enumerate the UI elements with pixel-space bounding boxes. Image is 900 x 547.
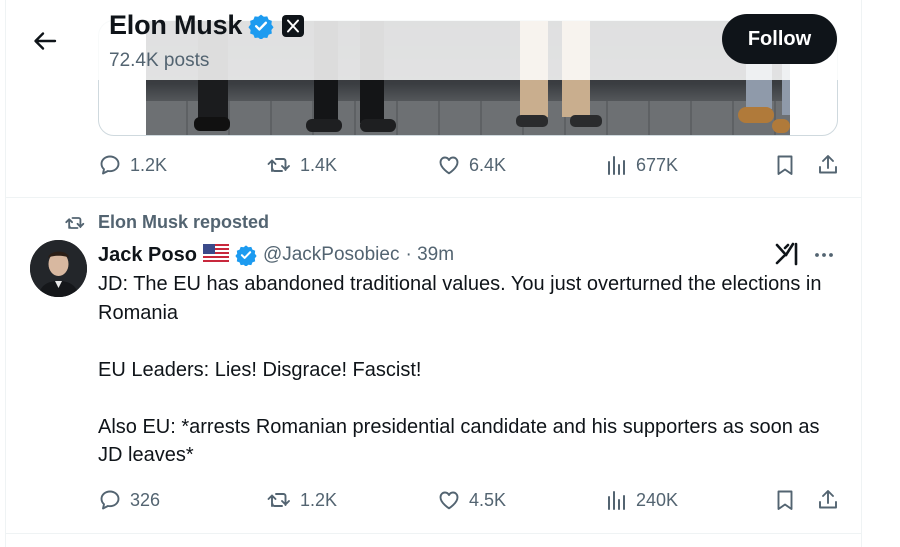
repost-label: Elon Musk reposted [98,212,270,232]
title-row: Elon Musk [109,10,305,41]
grok-icon[interactable] [774,241,800,272]
like-icon [439,491,459,510]
like-count: 6.4K [469,154,507,175]
photo-shoe [570,115,602,127]
share-button[interactable] [816,488,840,512]
repost-icon [267,493,290,507]
bookmark-button[interactable] [774,488,796,512]
like-button[interactable]: 6.4K [437,153,506,177]
share-icon [819,490,837,509]
views-button[interactable]: 240K [606,488,678,512]
views-icon [608,156,625,175]
page-title: Elon Musk [109,10,243,40]
back-button[interactable] [28,24,62,58]
views-button[interactable]: 677K [606,153,678,177]
profile-header-bar: Elon Musk 72.4K posts Follow [6,0,861,80]
repost-button[interactable]: 1.4K [266,153,337,177]
post-actions: 326 1.2K 4.5K 240K [98,488,843,518]
repost-count: 1.2K [300,489,338,510]
post-divider [6,533,861,534]
follow-button[interactable]: Follow [722,14,837,64]
reply-button[interactable]: 1.2K [98,153,167,177]
photo-shoe [772,119,790,133]
bookmark-icon [777,490,793,510]
author-handle[interactable]: @JackPosobiec [263,244,400,266]
repost-indicator[interactable]: Elon Musk reposted [64,212,269,233]
author-row: Jack Poso @JackPosobiec · 39m [98,241,454,269]
views-count: 677K [636,154,679,175]
post-actions: 1.2K 1.4K 6.4K 677K [98,153,843,183]
photo-shoe [360,119,396,132]
us-flag-icon [202,243,229,267]
bookmark-icon [777,155,793,175]
repost-icon [65,216,85,229]
posts-count: 72.4K posts [109,50,210,71]
more-icon[interactable] [812,243,836,272]
x-logo-icon [282,14,305,37]
photo-shoe [738,107,774,123]
verified-badge-icon [235,244,257,266]
reply-count: 1.2K [130,154,168,175]
reply-count: 326 [130,489,161,510]
views-count: 240K [636,489,679,510]
like-button[interactable]: 4.5K [437,488,506,512]
repost-icon [267,158,290,172]
repost-count: 1.4K [300,154,338,175]
photo-shoe [516,115,548,127]
reply-button[interactable]: 326 [98,488,160,512]
like-icon [439,156,459,175]
views-icon [608,491,625,510]
like-count: 4.5K [469,489,507,510]
post-time[interactable]: · 39m [405,244,454,266]
reply-icon [100,155,120,175]
share-button[interactable] [816,153,840,177]
timeline-column: 1.2K 1.4K 6.4K 677K Elon Musk reposted J… [5,0,862,547]
reply-icon [100,490,120,510]
verified-badge-icon [248,13,274,39]
bookmark-button[interactable] [774,153,796,177]
repost-button[interactable]: 1.2K [266,488,337,512]
photo-shoe [306,119,342,132]
share-icon [819,155,837,174]
tweet-text: JD: The EU has abandoned traditional val… [98,273,822,466]
back-arrow-icon [34,32,57,50]
post-divider [6,197,861,198]
avatar[interactable] [30,240,87,297]
avatar-image [30,240,87,297]
author-name[interactable]: Jack Poso [98,244,197,267]
photo-ground [146,101,790,135]
photo-shoe [194,117,230,131]
